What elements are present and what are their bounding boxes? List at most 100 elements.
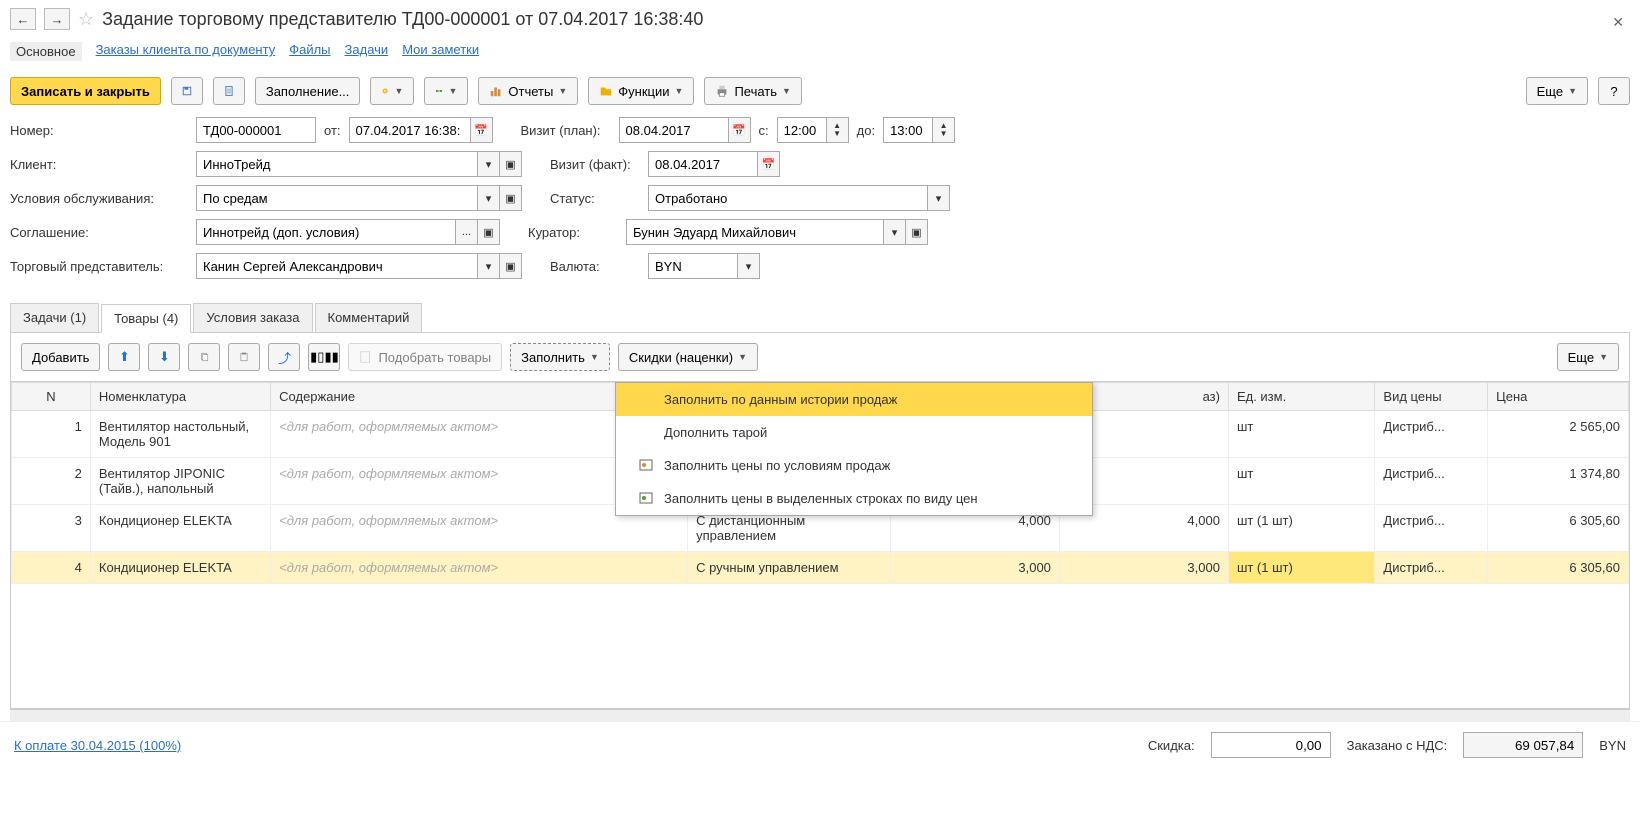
help-button[interactable]: ?: [1598, 77, 1630, 105]
link-button[interactable]: ▼: [424, 77, 468, 105]
col-unit[interactable]: Ед. изм.: [1228, 383, 1374, 411]
save-close-button[interactable]: Записать и закрыть: [10, 77, 161, 105]
cell-n[interactable]: 2: [12, 458, 91, 505]
visit-plan-date-input[interactable]: [619, 117, 729, 143]
fill-button[interactable]: Заполнение...: [255, 77, 361, 105]
open-button[interactable]: ▣: [906, 219, 928, 245]
barcode-button[interactable]: ▮▯▮▮: [308, 343, 340, 371]
cell-price-type[interactable]: Дистриб...: [1375, 411, 1488, 458]
calendar-button[interactable]: 📅: [471, 117, 493, 143]
cell-nomenclature[interactable]: Кондиционер ELEKTA: [90, 552, 270, 584]
menu-fill-prices-conditions[interactable]: Заполнить цены по условиям продаж: [616, 449, 1092, 482]
save-button[interactable]: [171, 77, 203, 105]
cell-price-type[interactable]: Дистриб...: [1375, 458, 1488, 505]
tab-order-conditions[interactable]: Условия заказа: [193, 303, 312, 332]
cell-price[interactable]: 6 305,60: [1488, 552, 1629, 584]
status-input[interactable]: [648, 185, 928, 211]
cell-characteristic[interactable]: С ручным управлением: [688, 552, 891, 584]
payment-link[interactable]: К оплате 30.04.2015 (100%): [14, 738, 181, 753]
currency-input[interactable]: [648, 253, 738, 279]
agreement-input[interactable]: [196, 219, 456, 245]
rep-input[interactable]: [196, 253, 478, 279]
split-button[interactable]: ⤴: [268, 343, 300, 371]
open-button[interactable]: ▣: [500, 185, 522, 211]
cell-n[interactable]: 4: [12, 552, 91, 584]
cell-nomenclature[interactable]: Кондиционер ELEKTA: [90, 505, 270, 552]
tab-tasks[interactable]: Задачи (1): [10, 303, 99, 332]
dropdown-button[interactable]: ▾: [478, 185, 500, 211]
nav-tab-files[interactable]: Файлы: [289, 42, 330, 61]
nav-tab-main[interactable]: Основное: [10, 42, 82, 61]
table-row[interactable]: 4Кондиционер ELEKTA<для работ, оформляем…: [12, 552, 1629, 584]
pick-goods-button[interactable]: Подобрать товары: [348, 343, 502, 371]
dropdown-button[interactable]: ▾: [738, 253, 760, 279]
dropdown-button[interactable]: ▾: [478, 253, 500, 279]
cell-qty[interactable]: 3,000: [890, 552, 1059, 584]
col-n[interactable]: N: [12, 383, 91, 411]
tab-goods[interactable]: Товары (4): [101, 304, 191, 333]
dropdown-button[interactable]: ▾: [478, 151, 500, 177]
open-button[interactable]: ▣: [500, 253, 522, 279]
calendar-button[interactable]: 📅: [758, 151, 780, 177]
client-input[interactable]: [196, 151, 478, 177]
cell-unit[interactable]: шт: [1228, 458, 1374, 505]
dropdown-button[interactable]: ▾: [884, 219, 906, 245]
add-row-button[interactable]: Добавить: [21, 343, 100, 371]
open-button[interactable]: ▣: [500, 151, 522, 177]
number-input[interactable]: [196, 117, 316, 143]
cell-unit[interactable]: шт (1 шт): [1228, 552, 1374, 584]
cell-unit[interactable]: шт (1 шт): [1228, 505, 1374, 552]
cell-price[interactable]: 6 305,60: [1488, 505, 1629, 552]
discount-input[interactable]: [1211, 732, 1331, 758]
cell-price-type[interactable]: Дистриб...: [1375, 552, 1488, 584]
table-more-button[interactable]: Еще ▼: [1557, 343, 1619, 371]
calendar-button[interactable]: 📅: [729, 117, 751, 143]
nav-tab-orders[interactable]: Заказы клиента по документу: [96, 42, 276, 61]
cell-n[interactable]: 1: [12, 411, 91, 458]
visit-fact-date-input[interactable]: [648, 151, 758, 177]
discounts-button[interactable]: Скидки (наценки) ▼: [618, 343, 758, 371]
nav-tab-tasks[interactable]: Задачи: [345, 42, 389, 61]
cell-nomenclature[interactable]: Вентилятор JIPONIC (Тайв.), напольный: [90, 458, 270, 505]
spinner-button[interactable]: ▲▼: [827, 117, 849, 143]
paste-button[interactable]: [228, 343, 260, 371]
open-button[interactable]: ▣: [478, 219, 500, 245]
close-button[interactable]: ✕: [1612, 14, 1624, 31]
cell-nomenclature[interactable]: Вентилятор настольный, Модель 901: [90, 411, 270, 458]
cell-ordered[interactable]: 3,000: [1059, 552, 1228, 584]
tab-comment[interactable]: Комментарий: [315, 303, 423, 332]
move-down-button[interactable]: ⬇: [148, 343, 180, 371]
to-time-input[interactable]: [883, 117, 933, 143]
nav-tab-notes[interactable]: Мои заметки: [402, 42, 479, 61]
cell-content[interactable]: <для работ, оформляемых актом>: [271, 552, 688, 584]
curator-input[interactable]: [626, 219, 884, 245]
cell-n[interactable]: 3: [12, 505, 91, 552]
functions-button[interactable]: Функции▼: [588, 77, 694, 105]
print-button[interactable]: Печать▼: [704, 77, 802, 105]
favorite-star-icon[interactable]: ☆: [78, 9, 94, 30]
nav-back-button[interactable]: ←: [10, 8, 36, 30]
cell-price-type[interactable]: Дистриб...: [1375, 505, 1488, 552]
col-nomenclature[interactable]: Номенклатура: [90, 383, 270, 411]
fill-dropdown-button[interactable]: Заполнить ▼: [510, 343, 610, 371]
create-based-button[interactable]: ▼: [370, 77, 414, 105]
ellipsis-button[interactable]: ...: [456, 219, 478, 245]
cell-price[interactable]: 2 565,00: [1488, 411, 1629, 458]
move-up-button[interactable]: ⬆: [108, 343, 140, 371]
col-price[interactable]: Цена: [1488, 383, 1629, 411]
from-time-input[interactable]: [777, 117, 827, 143]
reports-button[interactable]: Отчеты▼: [478, 77, 578, 105]
from-date-input[interactable]: [349, 117, 471, 143]
menu-fill-tare[interactable]: Дополнить тарой: [616, 416, 1092, 449]
service-input[interactable]: [196, 185, 478, 211]
menu-fill-history[interactable]: Заполнить по данным истории продаж: [616, 383, 1092, 416]
copy-button[interactable]: [188, 343, 220, 371]
cell-unit[interactable]: шт: [1228, 411, 1374, 458]
nav-forward-button[interactable]: →: [44, 8, 70, 30]
spinner-button[interactable]: ▲▼: [933, 117, 955, 143]
more-button[interactable]: Еще▼: [1526, 77, 1588, 105]
menu-fill-prices-selected[interactable]: Заполнить цены в выделенных строках по в…: [616, 482, 1092, 515]
col-price-type[interactable]: Вид цены: [1375, 383, 1488, 411]
cell-price[interactable]: 1 374,80: [1488, 458, 1629, 505]
horizontal-scrollbar[interactable]: [10, 709, 1630, 721]
